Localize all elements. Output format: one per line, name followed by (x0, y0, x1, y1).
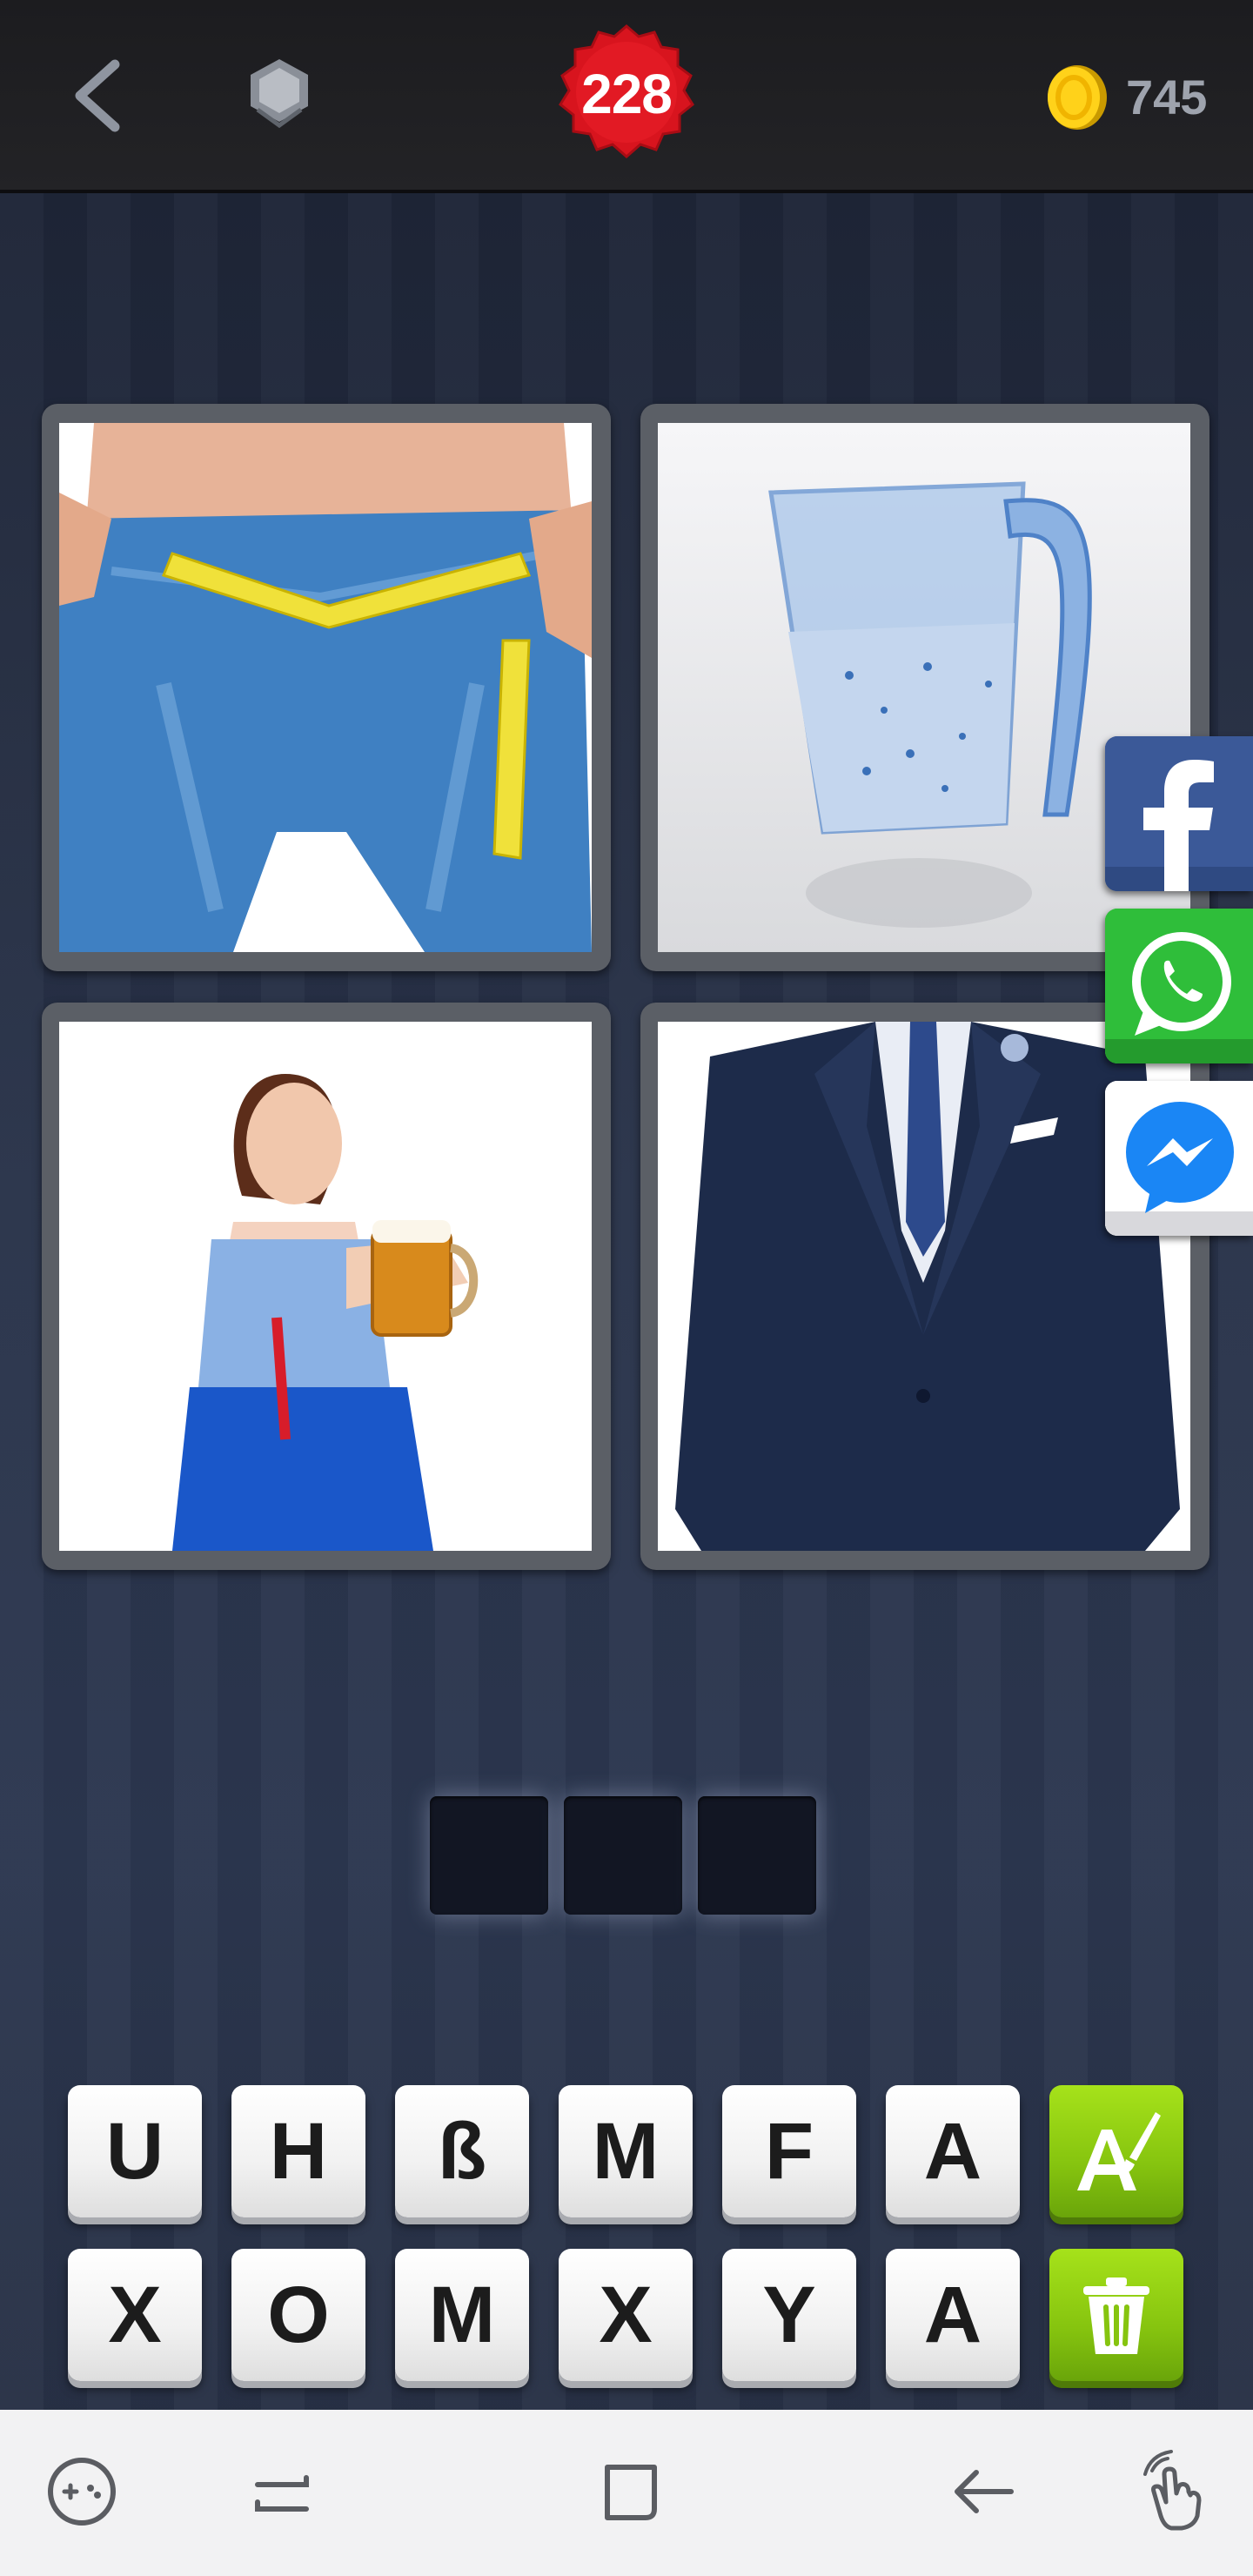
answer-slot-1[interactable] (430, 1796, 548, 1915)
letter-key[interactable]: H (231, 2085, 365, 2217)
woman-dirndl-beer-image (59, 1022, 592, 1551)
letter-key[interactable]: ß (395, 2085, 529, 2217)
reveal-letter-hint-button[interactable] (1049, 2085, 1183, 2217)
home-icon (605, 2465, 657, 2520)
facebook-icon (1105, 736, 1253, 891)
remove-letters-hint-button[interactable] (1049, 2249, 1183, 2381)
level-number: 228 (581, 63, 673, 125)
jeans-measuring-tape-image (59, 423, 592, 952)
level-badge: 228 (553, 21, 700, 167)
letter-key[interactable]: F (722, 2085, 856, 2217)
letter-key[interactable]: O (231, 2249, 365, 2381)
gesture-button[interactable] (1128, 2448, 1215, 2535)
system-nav-bar (0, 2410, 1253, 2576)
home-button[interactable] (586, 2448, 673, 2535)
letter-key[interactable]: A (886, 2249, 1020, 2381)
whatsapp-share-button[interactable] (1105, 909, 1253, 1063)
recent-apps-icon (255, 2475, 309, 2512)
hexagon-badge-icon (251, 59, 308, 129)
letter-key[interactable]: Y (722, 2249, 856, 2381)
coin-count: 745 (1126, 70, 1208, 124)
hexagon-badge-button[interactable] (242, 54, 317, 132)
letter-key[interactable]: M (395, 2249, 529, 2381)
trash-icon (1083, 2277, 1149, 2354)
letter-key[interactable]: M (559, 2085, 693, 2217)
gesture-hand-icon (1143, 2450, 1202, 2531)
letter-key[interactable]: X (559, 2249, 693, 2381)
answer-slot-2[interactable] (564, 1796, 682, 1915)
whatsapp-icon (1105, 909, 1253, 1063)
messenger-icon (1105, 1081, 1253, 1236)
top-bar: 228 745 (0, 0, 1253, 193)
back-button[interactable] (61, 52, 139, 139)
back-arrow-icon (955, 2470, 1014, 2513)
letter-key[interactable]: X (68, 2249, 202, 2381)
answer-slot-3[interactable] (698, 1796, 816, 1915)
reveal-letter-icon (1077, 2112, 1161, 2190)
game-controller-icon (48, 2458, 116, 2526)
letter-key[interactable]: A (886, 2085, 1020, 2217)
messenger-share-button[interactable] (1105, 1081, 1253, 1236)
recent-apps-button[interactable] (238, 2448, 325, 2535)
picture-tile-1[interactable] (42, 404, 611, 971)
coin-icon (1044, 63, 1110, 132)
chevron-left-icon (75, 59, 120, 132)
facebook-share-button[interactable] (1105, 736, 1253, 891)
system-back-button[interactable] (940, 2448, 1027, 2535)
letter-key[interactable]: U (68, 2085, 202, 2217)
picture-tile-3[interactable] (42, 1003, 611, 1570)
game-tools-button[interactable] (38, 2448, 125, 2535)
